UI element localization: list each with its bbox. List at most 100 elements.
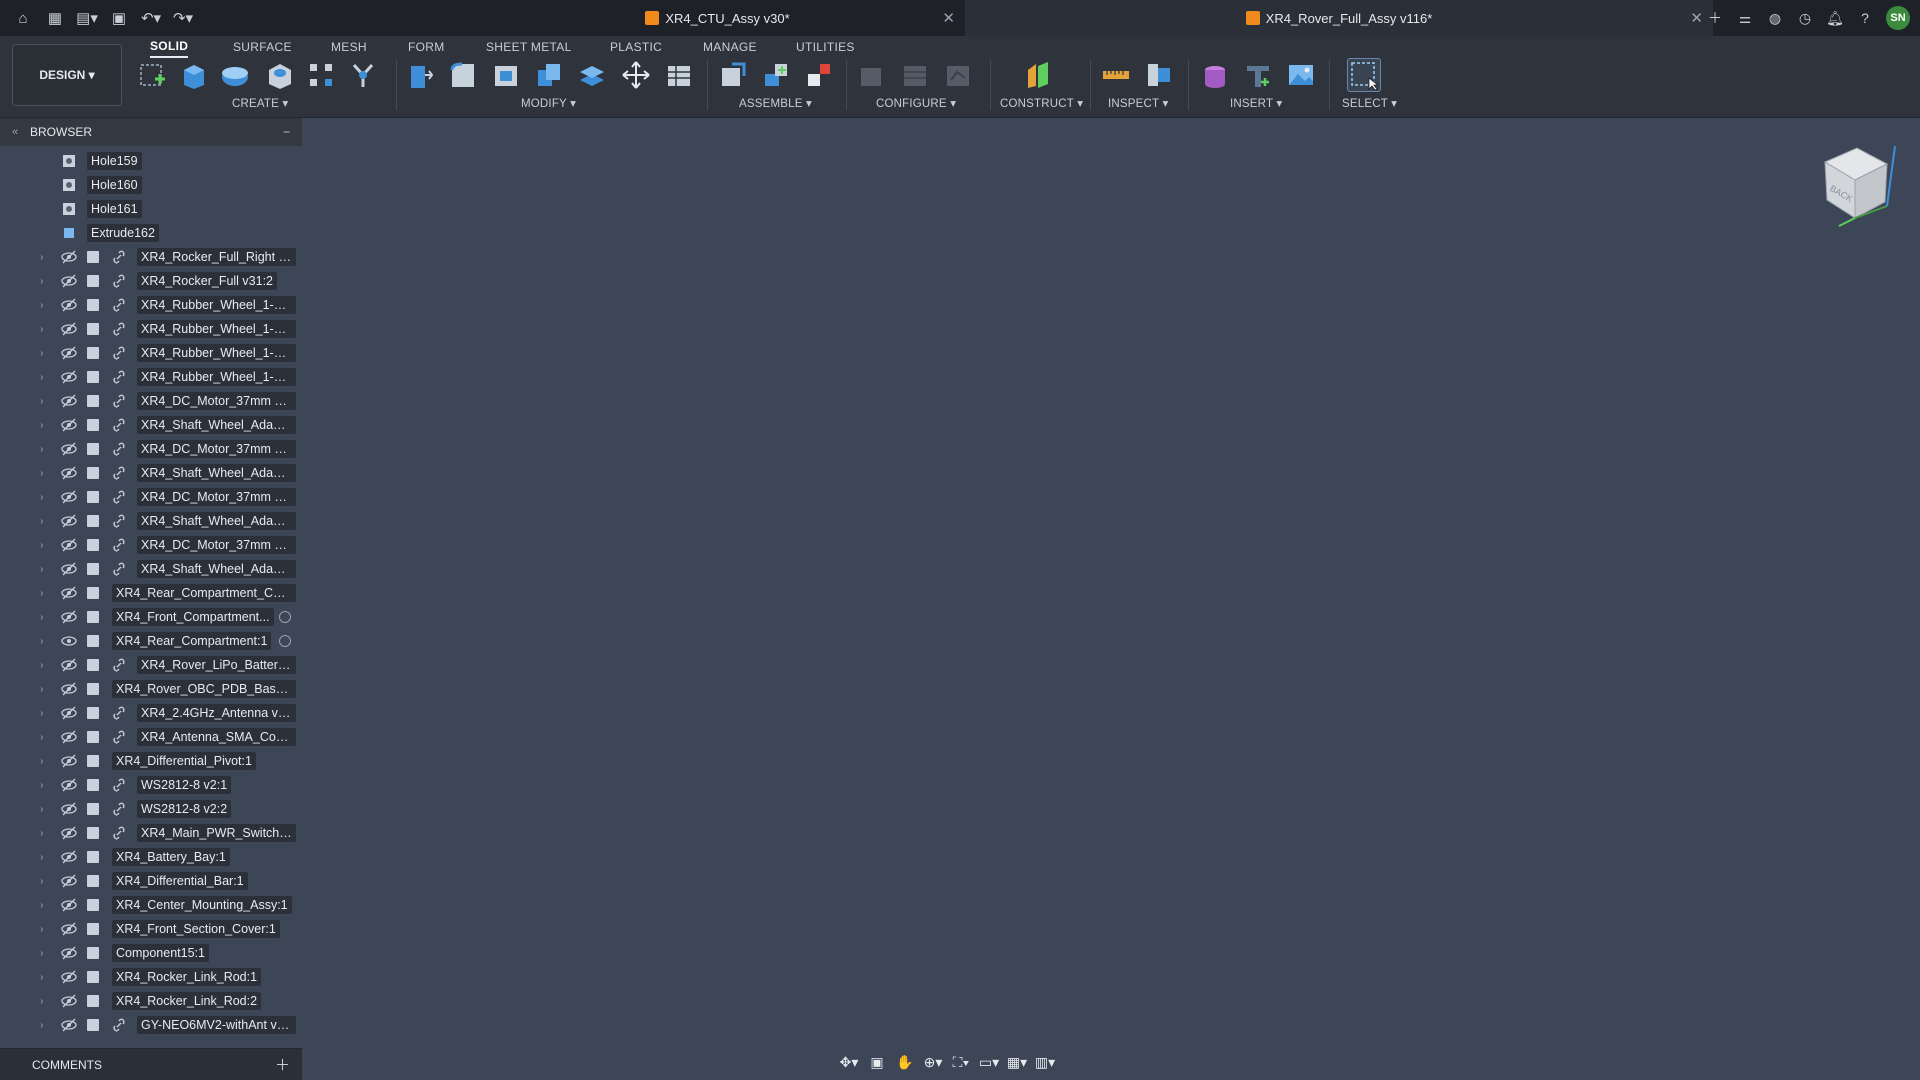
expand-chevron-icon[interactable]: › (40, 1020, 43, 1031)
move-copy-icon[interactable] (619, 58, 653, 92)
expand-chevron-icon[interactable]: › (40, 828, 43, 839)
hidden-eye-icon[interactable] (61, 297, 77, 313)
expand-chevron-icon[interactable]: › (40, 516, 43, 527)
browser-tree-item[interactable]: › XR4_Shaft_Wheel_Adapt... (0, 413, 302, 437)
document-tab-ctu[interactable]: XR4_CTU_Assy v30* ✕ (470, 0, 965, 36)
tab-solid[interactable]: SOLID (150, 36, 189, 58)
comments-panel[interactable]: COMMENTS ＋ (0, 1048, 302, 1080)
redo-icon[interactable]: ↷▾ (173, 9, 193, 27)
help-icon[interactable]: ? (1856, 9, 1874, 27)
shell-icon[interactable] (489, 58, 523, 92)
browser-tree-item[interactable]: › XR4_Antenna_SMA_Conn... (0, 725, 302, 749)
hidden-eye-icon[interactable] (61, 321, 77, 337)
assemble-group-label[interactable]: ASSEMBLE ▾ (739, 96, 812, 110)
zoom-icon[interactable]: ⊕▾ (924, 1053, 943, 1071)
as-built-joint-icon[interactable] (802, 58, 836, 92)
close-tab-icon[interactable]: ✕ (1690, 9, 1703, 27)
display-settings-icon[interactable]: ▭▾ (979, 1053, 999, 1071)
activate-radio-icon[interactable] (279, 611, 291, 623)
browser-tree-item[interactable]: › XR4_Battery_Bay:1 (0, 845, 302, 869)
expand-chevron-icon[interactable]: › (40, 684, 43, 695)
browser-tree-item[interactable]: › XR4_Main_PWR_Switch v... (0, 821, 302, 845)
grid-menu-icon[interactable]: ▦ (46, 9, 64, 27)
expand-chevron-icon[interactable]: › (40, 420, 43, 431)
hidden-eye-icon[interactable] (61, 537, 77, 553)
new-component-icon[interactable] (716, 58, 750, 92)
measure-icon[interactable] (1099, 58, 1133, 92)
browser-tree-item[interactable]: › XR4_Rubber_Wheel_1-10 ... (0, 341, 302, 365)
close-tab-icon[interactable]: ✕ (942, 9, 955, 27)
expand-chevron-icon[interactable]: › (40, 924, 43, 935)
hidden-eye-icon[interactable] (61, 249, 77, 265)
insert-canvas-icon[interactable] (1284, 58, 1318, 92)
home-icon[interactable]: ⌂ (14, 9, 32, 27)
construct-group-label[interactable]: CONSTRUCT ▾ (1000, 96, 1083, 110)
hidden-eye-icon[interactable] (61, 417, 77, 433)
rear-compartment-model[interactable] (537, 211, 1397, 871)
interference-icon[interactable] (1142, 58, 1176, 92)
merge-form-icon[interactable] (346, 58, 380, 92)
extrude-icon[interactable] (177, 58, 211, 92)
expand-chevron-icon[interactable]: › (40, 468, 43, 479)
hidden-eye-icon[interactable] (61, 897, 77, 913)
expand-chevron-icon[interactable]: › (40, 492, 43, 503)
hidden-eye-icon[interactable] (61, 921, 77, 937)
browser-tree-item[interactable]: › XR4_Rocker_Link_Rod:1 (0, 965, 302, 989)
hidden-eye-icon[interactable] (61, 345, 77, 361)
hidden-eye-icon[interactable] (61, 849, 77, 865)
select-icon[interactable] (1347, 58, 1381, 92)
expand-chevron-icon[interactable]: › (40, 804, 43, 815)
browser-tree-item[interactable]: Hole160 (0, 173, 302, 197)
create-group-label[interactable]: CREATE ▾ (232, 96, 288, 110)
browser-tree-item[interactable]: › XR4_Rocker_Link_Rod:2 (0, 989, 302, 1013)
expand-chevron-icon[interactable]: › (40, 348, 43, 359)
expand-chevron-icon[interactable]: › (40, 636, 43, 647)
joint-icon[interactable] (759, 58, 793, 92)
browser-tree-item[interactable]: › Component15:1 (0, 941, 302, 965)
activate-radio-icon[interactable] (279, 635, 291, 647)
document-tab-rover[interactable]: XR4_Rover_Full_Assy v116* ✕ (965, 0, 1713, 36)
add-comment-icon[interactable]: ＋ (275, 1054, 290, 1075)
browser-tree-item[interactable]: › XR4_Front_Compartment... (0, 605, 302, 629)
hidden-eye-icon[interactable] (61, 657, 77, 673)
browser-tree-item[interactable]: › XR4_Center_Mounting_Assy:1 (0, 893, 302, 917)
hidden-eye-icon[interactable] (61, 705, 77, 721)
browser-tree-item[interactable]: › XR4_DC_Motor_37mm v1:... (0, 533, 302, 557)
browser-tree-item[interactable]: › XR4_Rocker_Full v31:2 (0, 269, 302, 293)
hidden-eye-icon[interactable] (61, 801, 77, 817)
new-tab-icon[interactable]: ＋ (1706, 9, 1724, 27)
expand-chevron-icon[interactable]: › (40, 540, 43, 551)
browser-tree-item[interactable]: › XR4_Shaft_Wheel_Adapt... (0, 461, 302, 485)
browser-tree-item[interactable]: › XR4_Rubber_Wheel_1-10 ... (0, 317, 302, 341)
hidden-eye-icon[interactable] (61, 369, 77, 385)
browser-tree-item[interactable]: Extrude162 (0, 221, 302, 245)
tab-sheet-metal[interactable]: SHEET METAL (486, 36, 572, 58)
fit-icon[interactable]: ⛶▾ (952, 1053, 970, 1071)
expand-chevron-icon[interactable]: › (40, 324, 43, 335)
configure-tool-1-icon[interactable] (855, 58, 889, 92)
hidden-eye-icon[interactable] (61, 465, 77, 481)
hidden-eye-icon[interactable] (61, 681, 77, 697)
tab-form[interactable]: FORM (408, 36, 445, 58)
hidden-eye-icon[interactable] (61, 609, 77, 625)
browser-tree-item[interactable]: › XR4_Differential_Bar:1 (0, 869, 302, 893)
browser-tree-item[interactable]: › GY-NEO6MV2-withAnt v1:1 (0, 1013, 302, 1037)
hidden-eye-icon[interactable] (61, 993, 77, 1009)
visible-eye-icon[interactable] (61, 633, 77, 649)
hidden-eye-icon[interactable] (61, 393, 77, 409)
grid-settings-icon[interactable]: ▦▾ (1007, 1053, 1027, 1071)
expand-chevron-icon[interactable]: › (40, 852, 43, 863)
expand-chevron-icon[interactable]: › (40, 252, 43, 263)
offset-face-icon[interactable] (575, 58, 609, 92)
pan-icon[interactable]: ✋ (896, 1053, 914, 1071)
expand-chevron-icon[interactable]: › (40, 444, 43, 455)
tab-plastic[interactable]: PLASTIC (610, 36, 662, 58)
inspect-group-label[interactable]: INSPECT ▾ (1108, 96, 1168, 110)
viewcube[interactable]: BACK (1815, 140, 1905, 230)
browser-tree-item[interactable]: › WS2812-8 v2:1 (0, 773, 302, 797)
revolve-icon[interactable] (218, 58, 252, 92)
expand-chevron-icon[interactable]: › (40, 588, 43, 599)
press-pull-icon[interactable] (403, 58, 437, 92)
configure-tool-2-icon[interactable] (898, 58, 932, 92)
undo-icon[interactable]: ↶▾ (141, 9, 161, 27)
